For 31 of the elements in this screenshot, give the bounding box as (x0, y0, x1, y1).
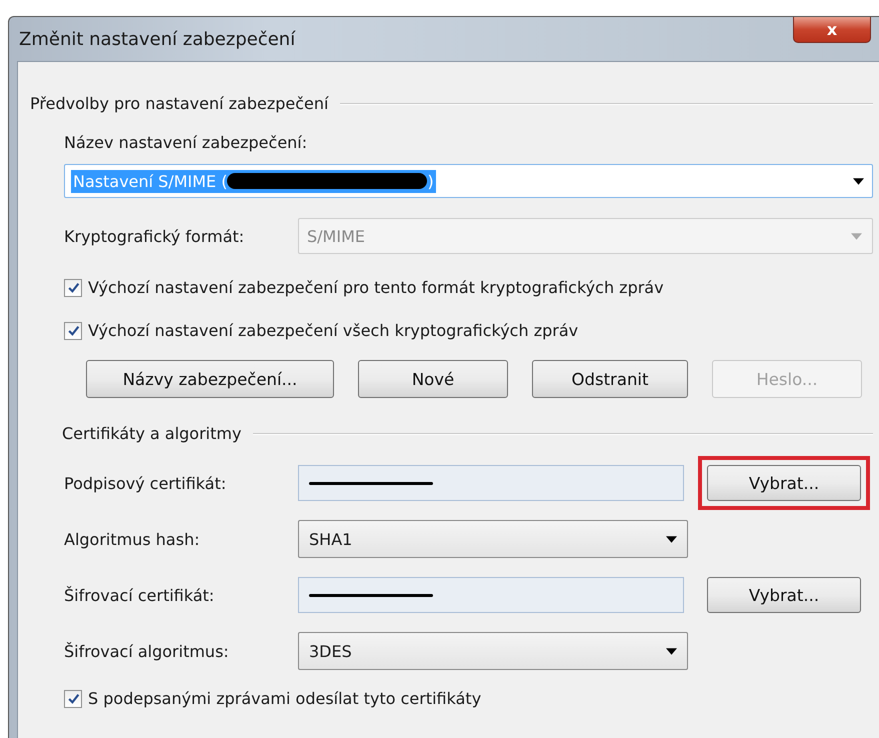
action-button[interactable]: Odstranit (532, 360, 688, 398)
certificate-field[interactable] (298, 577, 684, 613)
field-label: Šifrovací certifikát: (64, 586, 216, 604)
checkbox-label: Výchozí nastavení zabezpečení pro tento formát kryptografických zpráv (88, 278, 664, 297)
field-label: Šifrovací algoritmus: (64, 642, 230, 660)
window-title: Změnit nastavení zabezpečení (18, 28, 296, 50)
selected-text: ) (427, 172, 434, 190)
group-title: Certifikáty a algoritmy (62, 424, 242, 443)
action-button[interactable]: Názvy zabezpečení... (86, 360, 334, 398)
action-button[interactable]: Nové (358, 360, 508, 398)
select-button[interactable]: Vybrat... (707, 577, 861, 613)
algorithm-dropdown[interactable]: 3DES (298, 632, 688, 670)
dropdown-arrow-icon (851, 232, 862, 240)
field-label: Algoritmus hash: (64, 530, 201, 548)
field-label: Podpisový certifikát: (64, 474, 228, 492)
checkbox-label: S podepsanými zprávami odesílat tyto certifikáty (88, 689, 482, 708)
certificate-field[interactable] (298, 465, 684, 501)
dropdown-arrow-icon (853, 178, 864, 184)
field-label: Název nastavení zabezpečení: (64, 133, 308, 152)
checkbox[interactable] (64, 322, 82, 340)
group-title: Předvolby pro nastavení zabezpečení (30, 94, 328, 113)
algorithm-dropdown[interactable]: SHA1 (298, 520, 688, 558)
selected-text: Nastavení S/MIME ( (73, 172, 228, 190)
checkbox[interactable] (64, 690, 82, 708)
field-label: Kryptografický formát: (64, 226, 246, 246)
close-button[interactable]: x (793, 17, 871, 43)
dropdown-arrow-icon (666, 536, 677, 542)
select-button[interactable]: Vybrat... (707, 465, 861, 501)
dropdown-arrow-icon (666, 648, 677, 654)
checkbox-label: Výchozí nastavení zabezpečení všech kryptografických zpráv (88, 321, 578, 340)
checkbox[interactable] (64, 278, 82, 296)
